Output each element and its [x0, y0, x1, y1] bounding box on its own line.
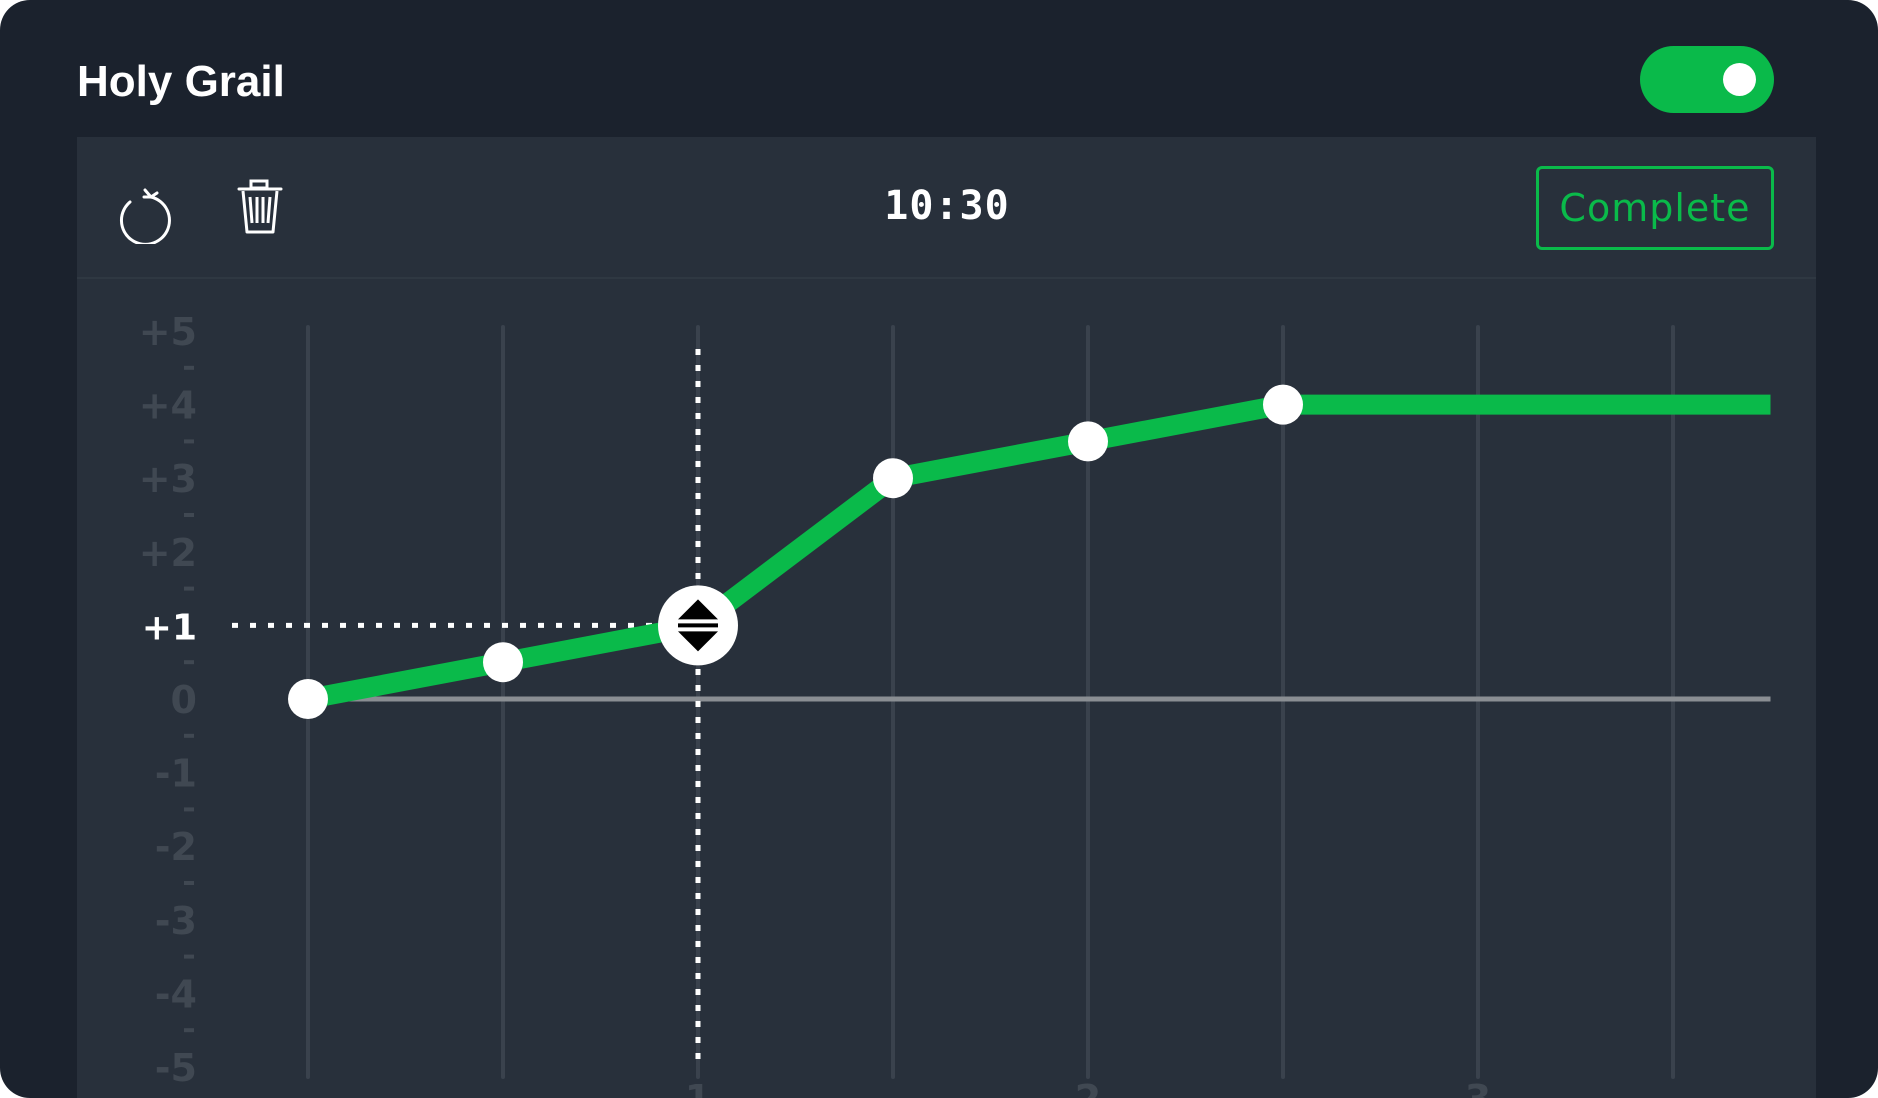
y-tick-label: +5: [139, 310, 197, 354]
page-title: Holy Grail: [77, 57, 285, 106]
y-tick-label: -5: [155, 1046, 197, 1090]
y-tick-label: -1: [155, 752, 197, 796]
x-tick-label: 3: [1465, 1077, 1491, 1098]
y-tick-label: -4: [155, 972, 197, 1016]
y-tick-label: -3: [155, 899, 197, 943]
control-point[interactable]: [1068, 421, 1108, 462]
y-tick-label: -2: [155, 825, 197, 869]
y-tick-label: +2: [139, 531, 197, 575]
curve-editor-panel: 10:30 Complete +5+4+3+2+10-1-2-3-4-5123: [77, 137, 1816, 1098]
app-window: Holy Grail 10:30 Complete +5 +4 +3 +2 +1…: [0, 0, 1878, 1098]
curve-line: [306, 394, 1771, 709]
x-tick-label: 2: [1075, 1077, 1101, 1098]
control-point[interactable]: [288, 679, 328, 719]
enable-toggle[interactable]: [1640, 46, 1774, 113]
curve-chart[interactable]: +5 +4 +3 +2 +1 0 -1 -2 -3 -4 -5 1 2 3: [77, 137, 1816, 1098]
y-tick-label: 0: [171, 678, 197, 722]
y-tick-label: +3: [139, 457, 197, 501]
control-point[interactable]: [873, 458, 913, 499]
x-tick-label: 1: [685, 1077, 711, 1098]
control-point[interactable]: [1263, 384, 1303, 425]
toggle-knob: [1723, 63, 1756, 96]
control-point[interactable]: [483, 642, 523, 683]
y-tick-label: +1: [142, 607, 197, 648]
y-tick-label: +4: [139, 384, 197, 428]
